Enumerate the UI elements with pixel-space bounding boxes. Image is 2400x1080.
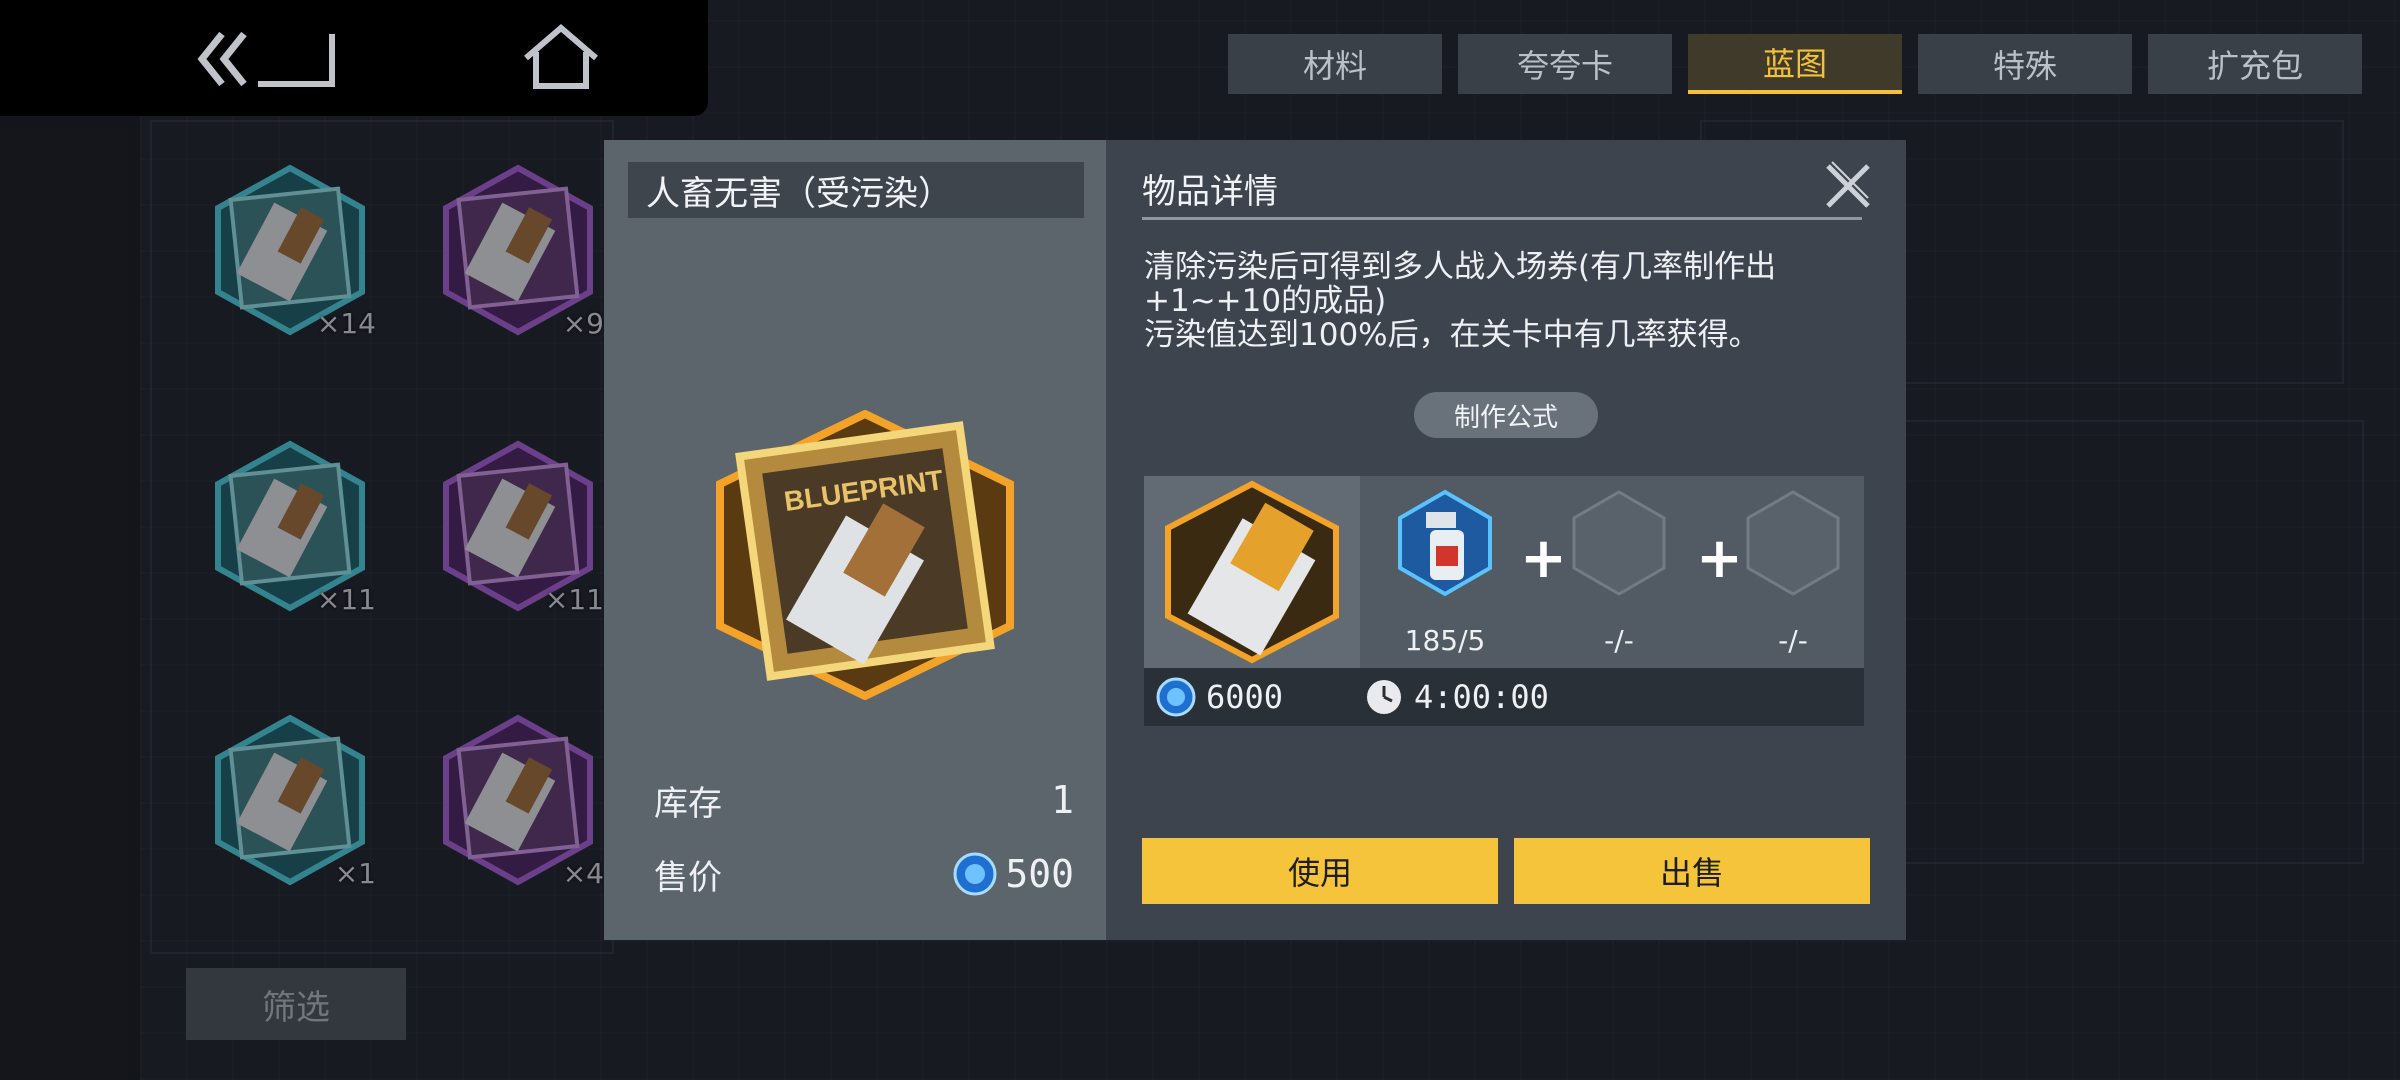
craft-cost-value: 6000	[1206, 678, 1284, 716]
ingredient-count: -/-	[1604, 624, 1634, 657]
blueprint-gold-icon: BLUEPRINT	[716, 409, 1014, 701]
price-label: 售价	[654, 857, 722, 898]
description-line: +1~+10的成品)	[1144, 283, 1387, 319]
item-name: 人畜无害（受污染）	[628, 162, 1084, 218]
home-icon	[524, 24, 598, 89]
empty-slot-icon	[1572, 490, 1666, 596]
price-value-wrap: 500	[953, 852, 1074, 896]
stock-value: 1	[1051, 778, 1074, 822]
blue-coin-icon	[1156, 677, 1196, 717]
plus-icon: +	[1696, 526, 1743, 591]
description-line: 污染值达到100%后，在关卡中有几率获得。	[1144, 317, 1760, 353]
stock-label: 库存	[654, 783, 722, 824]
item-details-panel: 物品详情 清除污染后可得到多人战入场券(有几率制作出 +1~+10的成品) 污染…	[1106, 140, 1906, 940]
blue-coin-icon	[953, 852, 997, 896]
price-row: 售价 500	[654, 844, 1074, 904]
details-title: 物品详情	[1142, 160, 1862, 220]
category-tabs: 材料 夸夸卡 蓝图 特殊 扩充包	[1228, 34, 2362, 94]
ingredient-slot[interactable]: -/-	[1564, 488, 1674, 658]
empty-slot-icon	[1746, 490, 1840, 596]
home-button[interactable]	[522, 24, 600, 90]
craft-time: 4:00:00	[1364, 677, 1549, 717]
ingredient-slot[interactable]: -/-	[1738, 488, 1848, 658]
tab-special[interactable]: 特殊	[1918, 34, 2132, 94]
ingredient-count: -/-	[1778, 624, 1808, 657]
craft-time-value: 4:00:00	[1414, 678, 1549, 716]
recipe-result[interactable]	[1144, 476, 1360, 668]
price-value: 500	[1005, 852, 1074, 896]
crafting-formula-label: 制作公式	[1414, 392, 1598, 438]
ticket-result-icon	[1165, 480, 1339, 664]
tab-expansion-packs[interactable]: 扩充包	[2148, 34, 2362, 94]
item-description: 清除污染后可得到多人战入场券(有几率制作出 +1~+10的成品) 污染值达到10…	[1144, 250, 1864, 352]
spray-bottle-icon	[1398, 489, 1492, 597]
item-preview-panel: 人畜无害（受污染） BLUEPRINT 库存 1 售价 500	[604, 140, 1106, 940]
close-button[interactable]	[1818, 156, 1878, 216]
ingredient-slot[interactable]: 185/5	[1390, 488, 1500, 658]
recipe-cost-bar: 6000 4:00:00	[1144, 668, 1864, 726]
crafting-recipe: 185/5 + -/- + -/-	[1144, 476, 1864, 668]
clock-icon	[1367, 680, 1401, 714]
top-nav-bar	[0, 0, 708, 116]
close-icon	[1826, 161, 1870, 208]
stock-row: 库存 1	[654, 770, 1074, 830]
item-large-icon-wrap: BLUEPRINT	[700, 409, 1030, 701]
use-button[interactable]: 使用	[1142, 838, 1498, 904]
description-line: 清除污染后可得到多人战入场券(有几率制作出	[1144, 249, 1777, 285]
back-button[interactable]	[196, 28, 340, 90]
back-arrow-icon	[197, 31, 335, 87]
craft-cost: 6000	[1156, 677, 1356, 717]
tab-praise-cards[interactable]: 夸夸卡	[1458, 34, 1672, 94]
sell-button[interactable]: 出售	[1514, 838, 1870, 904]
tab-blueprints[interactable]: 蓝图	[1688, 34, 1902, 94]
plus-icon: +	[1520, 526, 1567, 591]
tab-materials[interactable]: 材料	[1228, 34, 1442, 94]
ingredient-count: 185/5	[1404, 624, 1486, 657]
